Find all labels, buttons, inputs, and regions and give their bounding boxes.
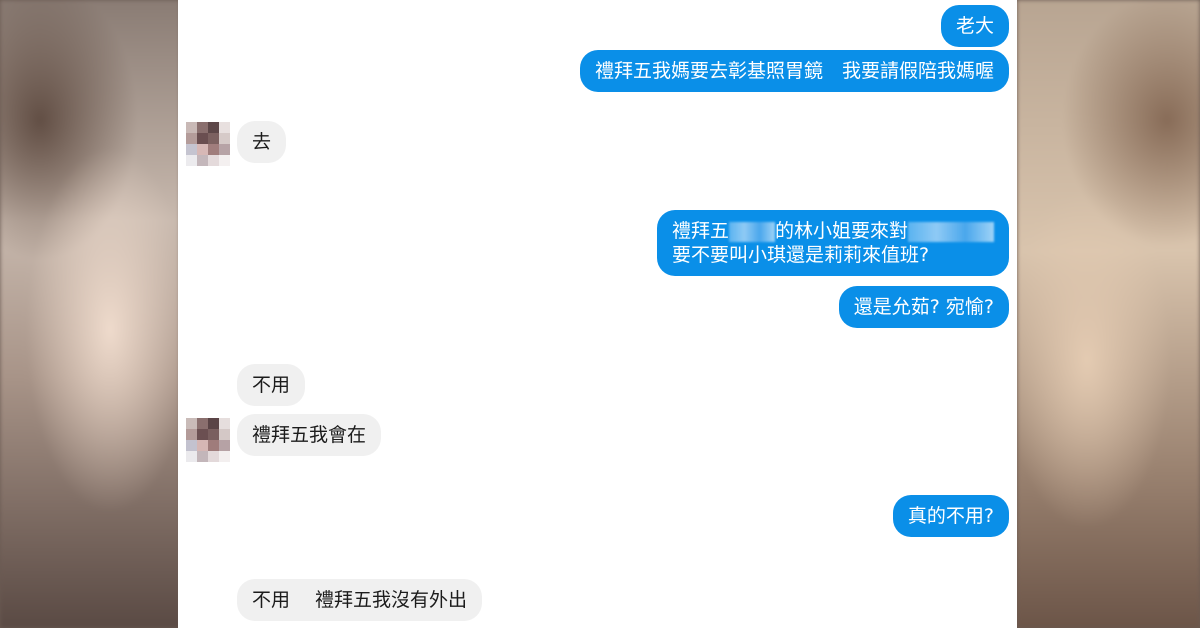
message-outgoing: 真的不用? [892,495,1009,537]
message-outgoing: 還是允茹? 宛愉? [838,286,1009,328]
chat-panel: 老大 禮拜五我媽要去彰基照胃鏡 我要請假陪我媽喔 去 禮拜五 的林小姐要來對 要不… [178,0,1017,628]
message-text: 禮拜五 [671,220,729,242]
redacted-block [908,221,994,242]
blurred-background-left [0,0,180,628]
contact-avatar-icon [186,122,230,166]
message-outgoing: 禮拜五 的林小姐要來對 要不要叫小琪還是莉莉來值班? [656,210,1009,276]
message-text: 的林小姐要來對 [774,220,908,242]
message-outgoing: 老大 [940,5,1009,47]
message-outgoing: 禮拜五我媽要去彰基照胃鏡 我要請假陪我媽喔 [579,50,1009,92]
message-line: 禮拜五 的林小姐要來對 [672,219,994,243]
message-incoming: 不用 禮拜五我沒有外出 [237,579,483,621]
message-line: 要不要叫小琪還是莉莉來值班? [671,244,930,266]
message-incoming: 去 [237,121,287,163]
contact-avatar-icon [186,418,230,462]
redacted-block [728,221,775,242]
message-incoming: 禮拜五我會在 [237,414,382,456]
blurred-background-right [1017,0,1200,628]
message-incoming: 不用 [237,364,306,406]
